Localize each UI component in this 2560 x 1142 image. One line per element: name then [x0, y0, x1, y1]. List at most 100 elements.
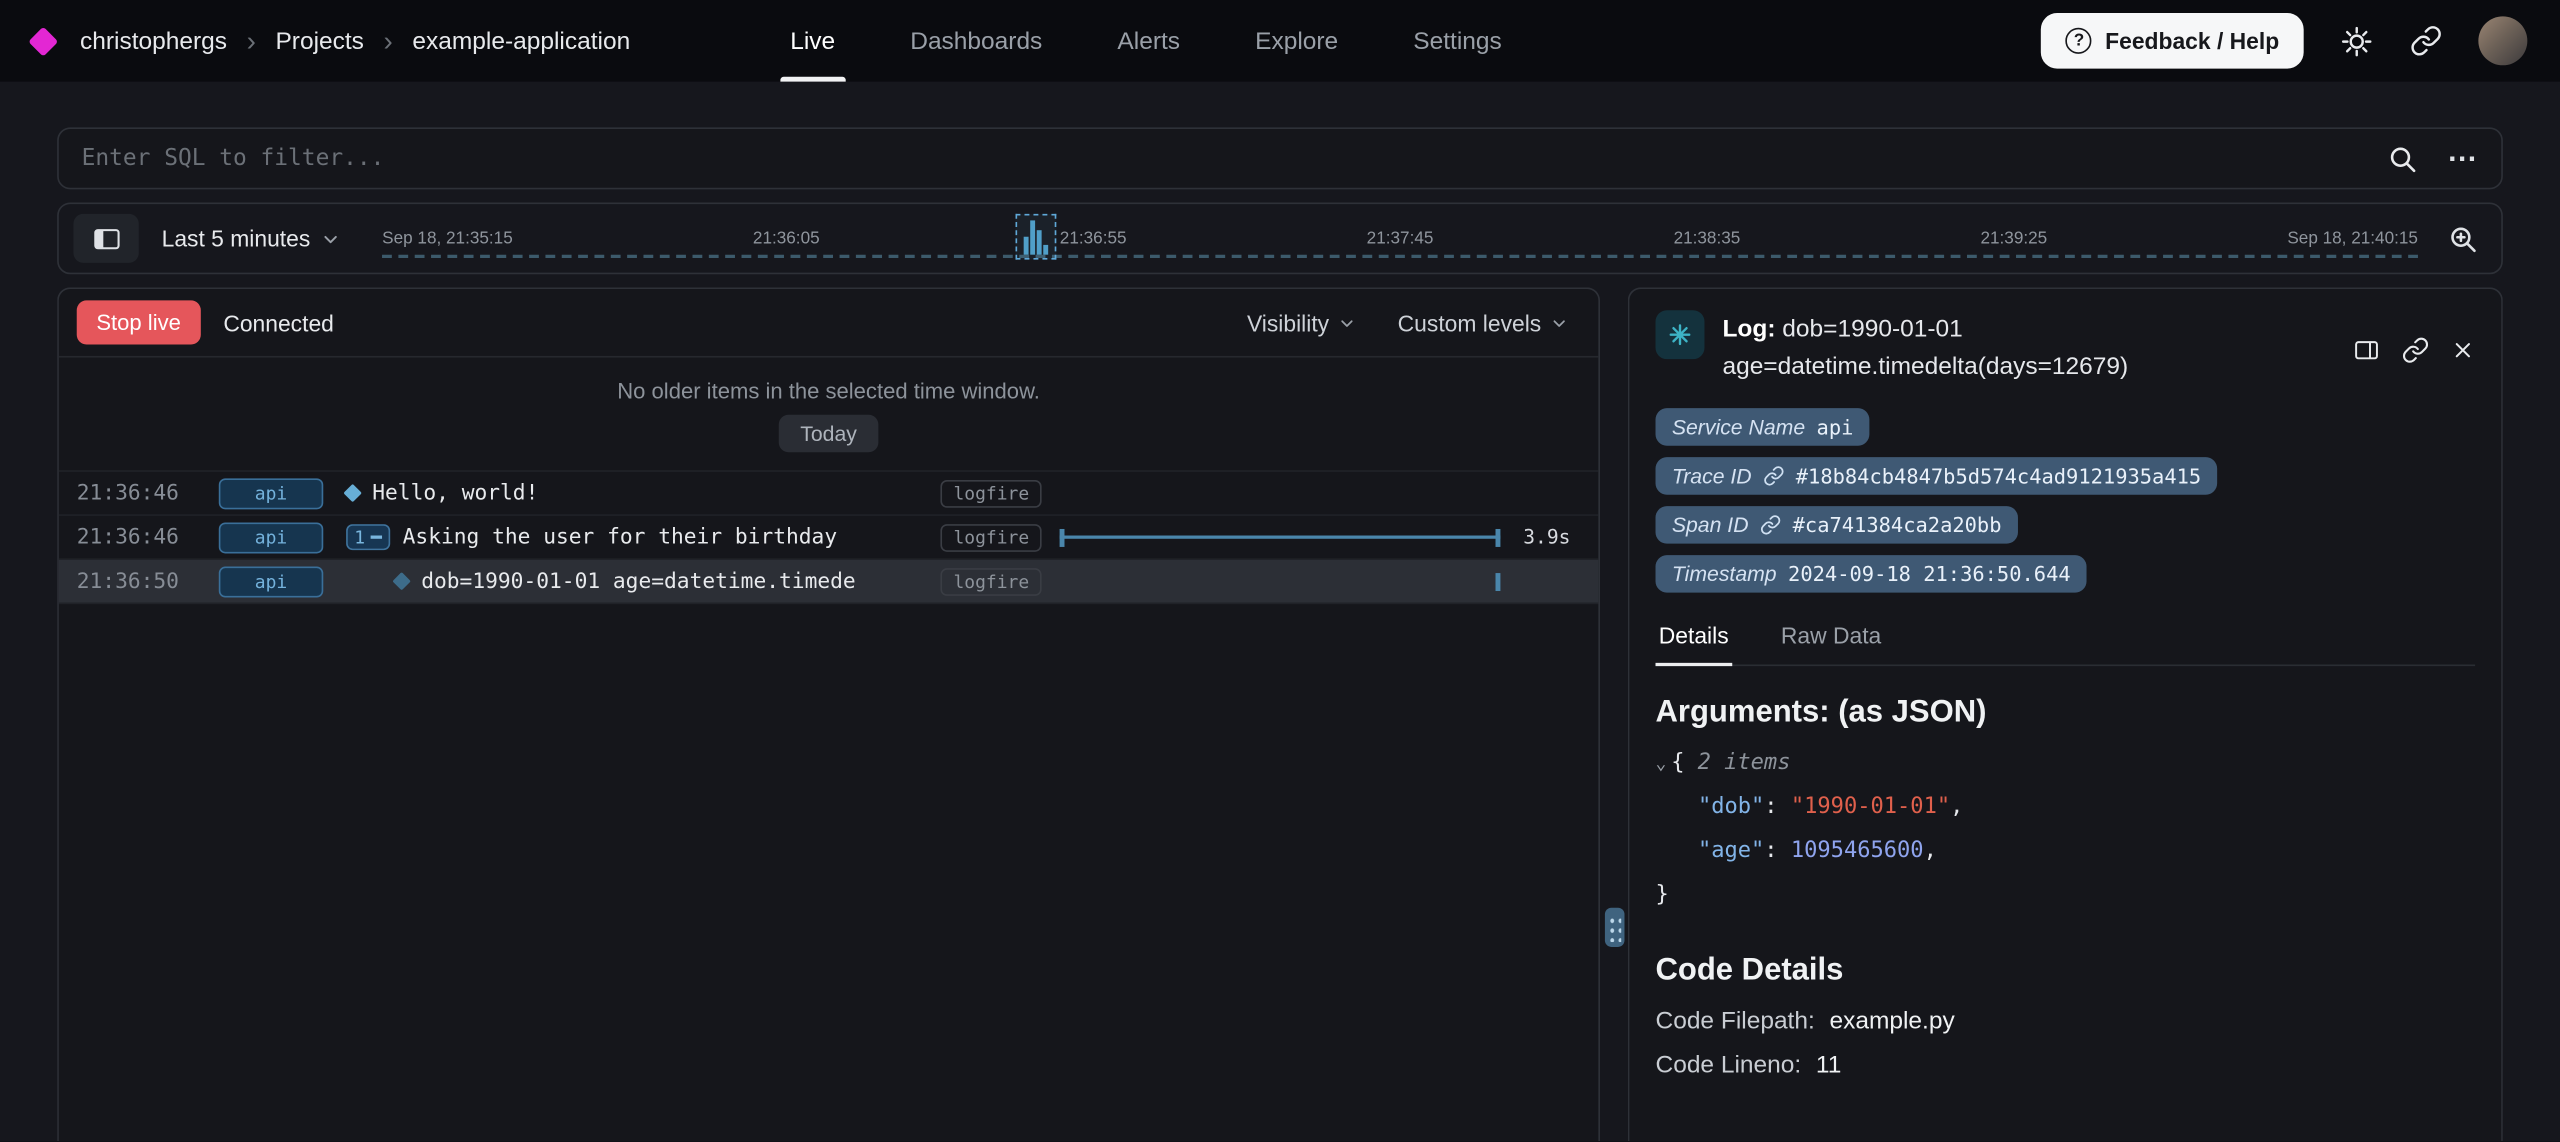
- time-range-label: Last 5 minutes: [162, 225, 311, 251]
- link-icon: [1763, 464, 1784, 485]
- sql-filter-input[interactable]: [82, 129, 2358, 188]
- search-icon[interactable]: [2387, 143, 2418, 174]
- timeline-baseline: [382, 255, 2418, 258]
- live-view-controls: Visibility Custom levels: [1247, 309, 1580, 335]
- tab-details[interactable]: Details: [1656, 611, 1732, 663]
- timeline-track[interactable]: Sep 18, 21:35:15 21:36:05 21:36:55 21:37…: [382, 204, 2418, 273]
- details-title-text: dob=1990-01-01 age=datetime.timedelta(da…: [1722, 315, 2128, 381]
- scope-column: logfire: [940, 523, 1042, 551]
- log-message: dob=1990-01-01 age=datetime.timede: [421, 569, 855, 593]
- sql-filter-bar: ⋯: [57, 127, 2503, 189]
- log-timestamp: 21:36:46: [59, 525, 203, 549]
- time-range-select[interactable]: Last 5 minutes: [162, 225, 340, 251]
- service-tag[interactable]: api: [219, 566, 323, 597]
- timeline-selection[interactable]: [1015, 214, 1056, 260]
- log-diamond-icon: [392, 572, 410, 590]
- log-message: Hello, world!: [372, 481, 538, 505]
- log-time-marker: [1495, 573, 1500, 591]
- chevron-right-icon: ›: [384, 27, 393, 55]
- log-level-icon: [1656, 310, 1705, 359]
- attribute-list: Service Name api Trace ID #18b84cb4847b5…: [1656, 407, 2476, 591]
- code-filepath-row: Code Filepath:example.py: [1656, 998, 2476, 1043]
- feedback-help-label: Feedback / Help: [2105, 28, 2279, 54]
- zoom-in-icon[interactable]: [2447, 223, 2478, 254]
- tick-label: 21:36:55: [1060, 229, 1127, 249]
- live-view-header: Stop live Connected Visibility Custom le…: [59, 289, 1599, 358]
- log-message: Asking the user for their birthday: [403, 525, 837, 549]
- visibility-dropdown[interactable]: Visibility: [1247, 309, 1355, 335]
- collapse-minus-icon: [370, 536, 381, 539]
- copy-link-icon[interactable]: [2410, 24, 2443, 57]
- span-bar-wrap: [1059, 527, 1511, 547]
- question-circle-icon: ?: [2066, 28, 2092, 54]
- nav-item-settings[interactable]: Settings: [1413, 0, 1501, 82]
- json-key: "age": [1698, 837, 1764, 863]
- details-title: Log: dob=1990-01-01 age=datetime.timedel…: [1722, 310, 2334, 386]
- copy-link-icon[interactable]: [2402, 315, 2430, 386]
- custom-levels-dropdown[interactable]: Custom levels: [1398, 309, 1568, 335]
- tick-label: Sep 18, 21:35:15: [382, 229, 513, 249]
- service-tag[interactable]: api: [219, 522, 323, 553]
- nav-item-alerts[interactable]: Alerts: [1117, 0, 1180, 82]
- log-timestamp: 21:36:46: [59, 481, 203, 505]
- scope-tag[interactable]: logfire: [940, 567, 1042, 595]
- nav-item-live[interactable]: Live: [790, 0, 835, 82]
- today-button[interactable]: Today: [779, 415, 878, 453]
- nav-item-dashboards[interactable]: Dashboards: [910, 0, 1042, 82]
- feedback-help-button[interactable]: ? Feedback / Help: [2041, 13, 2303, 69]
- panel-resize-handle[interactable]: [1605, 908, 1625, 947]
- app-root: christophergs › Projects › example-appli…: [0, 0, 2560, 1141]
- tick-label: 21:39:25: [1980, 229, 2047, 249]
- live-view-panel: Stop live Connected Visibility Custom le…: [57, 287, 1600, 1141]
- code-details-heading: Code Details: [1656, 953, 2476, 989]
- visibility-label: Visibility: [1247, 309, 1329, 335]
- scope-tag[interactable]: logfire: [940, 523, 1042, 551]
- span-track: [1059, 560, 1579, 602]
- code-lineno-row: Code Lineno:11: [1656, 1044, 2476, 1089]
- timeline-tick-labels: Sep 18, 21:35:15 21:36:05 21:36:55 21:37…: [382, 229, 2418, 249]
- log-content: Hello, world!: [340, 481, 941, 505]
- span-id-pill[interactable]: Span ID #ca741384ca2a20bb: [1656, 505, 2018, 543]
- scope-tag[interactable]: logfire: [940, 479, 1042, 507]
- sidebar-toggle-button[interactable]: [73, 214, 138, 263]
- custom-levels-label: Custom levels: [1398, 309, 1542, 335]
- avatar[interactable]: [2478, 16, 2527, 65]
- code-lineno-value: 11: [1816, 1052, 1841, 1080]
- trace-id-pill[interactable]: Trace ID #18b84cb4847b5d574c4ad9121935a4…: [1656, 456, 2218, 494]
- tick-label: 21:37:45: [1367, 229, 1434, 249]
- open-drawer-icon[interactable]: [2353, 315, 2381, 386]
- details-actions: [2353, 315, 2475, 386]
- service-name-pill[interactable]: Service Name api: [1656, 407, 1870, 445]
- collapse-caret-icon[interactable]: ⌄: [1656, 752, 1667, 773]
- timestamp-pill[interactable]: Timestamp 2024-09-18 21:36:50.644: [1656, 554, 2087, 592]
- theme-toggle-sun-icon[interactable]: [2340, 24, 2374, 58]
- breadcrumb-projects[interactable]: Projects: [275, 27, 363, 55]
- span-duration-label: 3.9s: [1523, 526, 1579, 549]
- timeline-bar: Last 5 minutes Sep 18, 21:35:15 21:36:05…: [57, 202, 2503, 274]
- service-tag[interactable]: api: [219, 478, 323, 509]
- close-icon[interactable]: [2451, 315, 2475, 386]
- arguments-heading: Arguments: (as JSON): [1656, 695, 2476, 731]
- breadcrumb: christophergs › Projects › example-appli…: [33, 27, 631, 55]
- nav-item-explore[interactable]: Explore: [1255, 0, 1338, 82]
- collapse-count-badge[interactable]: 1: [346, 524, 389, 550]
- more-options-icon[interactable]: ⋯: [2447, 141, 2478, 175]
- breadcrumb-org[interactable]: christophergs: [80, 27, 227, 55]
- details-panel: Log: dob=1990-01-01 age=datetime.timedel…: [1628, 287, 2503, 1141]
- log-row[interactable]: 21:36:46 api 1 Asking the user for their…: [59, 516, 1599, 560]
- span-duration-bar[interactable]: [1060, 536, 1501, 539]
- details-header: Log: dob=1990-01-01 age=datetime.timedel…: [1656, 310, 2476, 386]
- empty-window-message: No older items in the selected time wind…: [59, 379, 1599, 403]
- scope-column: logfire: [940, 567, 1042, 595]
- top-nav: christophergs › Projects › example-appli…: [0, 0, 2560, 82]
- logfire-logo-icon[interactable]: [28, 26, 58, 56]
- log-row-selected[interactable]: 21:36:50 api dob=1990-01-01 age=datetime…: [59, 560, 1599, 604]
- scope-column: logfire: [940, 479, 1042, 507]
- log-row[interactable]: 21:36:46 api Hello, world! logfire: [59, 472, 1599, 516]
- connection-status: Connected: [223, 309, 334, 335]
- breadcrumb-project[interactable]: example-application: [412, 27, 630, 55]
- log-content: dob=1990-01-01 age=datetime.timede: [340, 569, 941, 593]
- code-filepath-value: example.py: [1829, 1007, 1954, 1035]
- tab-raw-data[interactable]: Raw Data: [1778, 611, 1885, 663]
- stop-live-button[interactable]: Stop live: [77, 300, 201, 344]
